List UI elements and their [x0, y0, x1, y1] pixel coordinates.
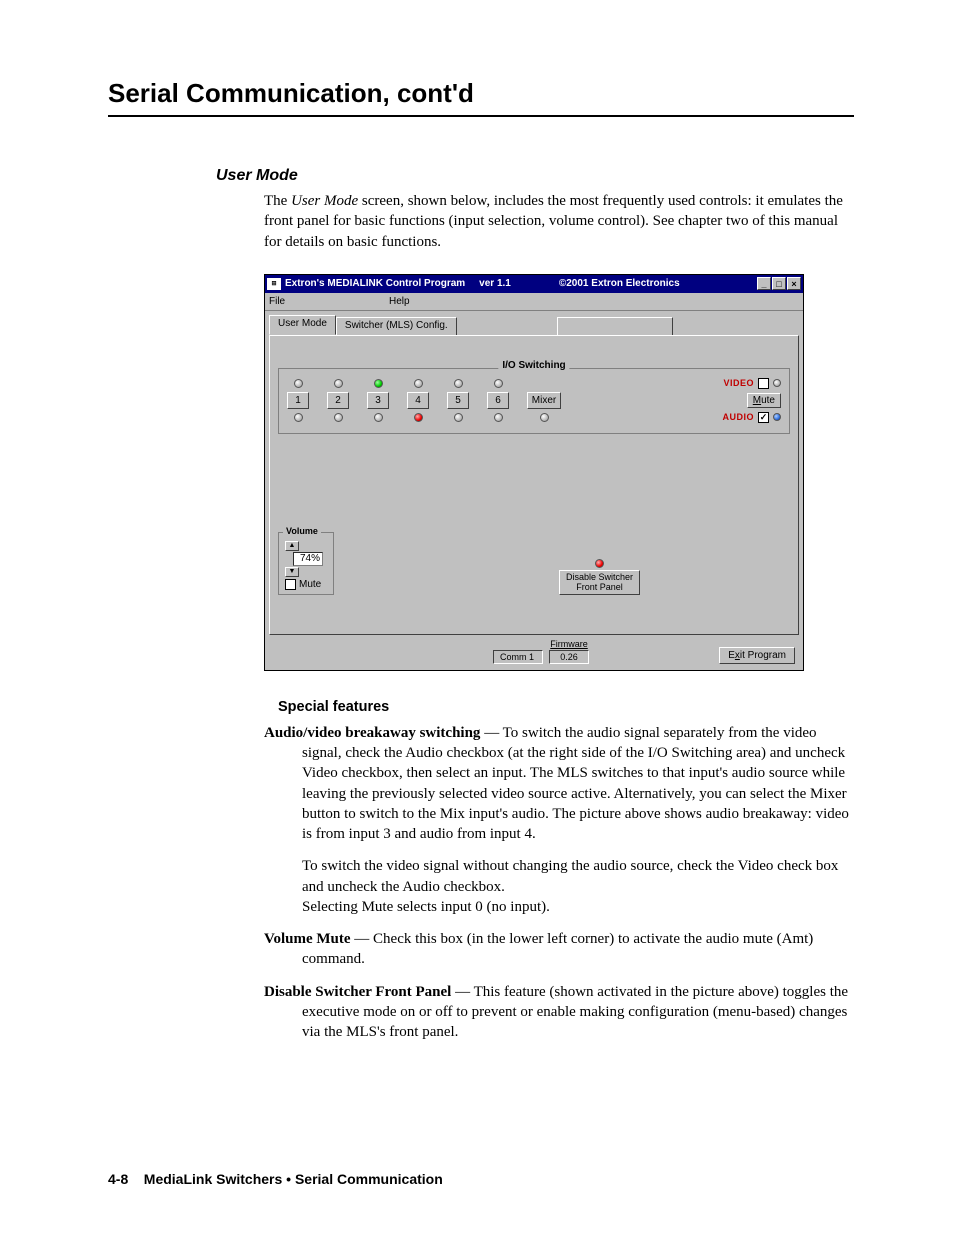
feature-disable-panel: Disable Switcher Front Panel — This feat… — [264, 982, 854, 1043]
feature-body-0: — To switch the audio signal separately … — [302, 725, 849, 842]
feature-title-1: Volume Mute — [264, 931, 351, 947]
video-label: VIDEO — [723, 378, 754, 388]
audio-led-mixer — [540, 413, 549, 422]
input-button-6[interactable]: 6 — [487, 392, 509, 409]
tab-user-mode[interactable]: User Mode — [269, 315, 336, 335]
volume-value[interactable]: 74% — [293, 552, 323, 566]
disable-line1: Disable Switcher — [566, 572, 633, 582]
volume-mute-label: Mute — [299, 579, 321, 590]
io-mute-label-rest: ute — [761, 395, 775, 406]
audio-led-1 — [294, 413, 303, 422]
intro-pre: The — [264, 193, 291, 209]
io-right-panel: VIDEO Mute AUDIO — [723, 378, 782, 423]
audio-label: AUDIO — [723, 412, 755, 422]
exit-program-button[interactable]: Exit Program — [719, 647, 795, 664]
menu-help[interactable]: Help — [389, 296, 410, 307]
audio-led-6 — [494, 413, 503, 422]
feature-body-1: — Check this box (in the lower left corn… — [302, 931, 813, 967]
input-button-1[interactable]: 1 — [287, 392, 309, 409]
feature-sub-0: To switch the video signal without chang… — [302, 856, 854, 917]
disable-switcher-button[interactable]: Disable Switcher Front Panel — [559, 570, 640, 595]
titlebar: ⊞ Extron's MEDIALINK Control Program ver… — [265, 275, 803, 293]
volume-down-button[interactable]: ▼ — [285, 567, 299, 577]
tab-blank-right — [557, 317, 673, 335]
disable-switcher-led — [595, 559, 604, 568]
io-switching-legend: I/O Switching — [498, 360, 569, 371]
app-footer: Comm 1 Firmware 0.26 Exit Program — [265, 635, 803, 670]
menubar: File Help — [265, 293, 803, 311]
special-features-heading: Special features — [278, 699, 854, 715]
feature-av-breakaway: Audio/video breakaway switching — To swi… — [264, 723, 854, 845]
video-checkbox-led — [773, 379, 781, 387]
feature-volume-mute: Volume Mute — Check this box (in the low… — [264, 929, 854, 970]
volume-up-button[interactable]: ▲ — [285, 541, 299, 551]
video-led-3 — [374, 379, 383, 388]
app-version: ver 1.1 — [479, 278, 511, 289]
audio-led-4 — [414, 413, 423, 422]
exit-post: it Program — [740, 650, 786, 661]
volume-group: Volume ▲ 74% ▼ Mute — [278, 532, 334, 595]
video-led-4 — [414, 379, 423, 388]
audio-led-5 — [454, 413, 463, 422]
firmware-label: Firmware — [550, 639, 588, 649]
embedded-screenshot: ⊞ Extron's MEDIALINK Control Program ver… — [264, 274, 854, 671]
video-led-2 — [334, 379, 343, 388]
app-copyright: ©2001 Extron Electronics — [559, 278, 680, 289]
page-number: 4-8 — [108, 1171, 128, 1187]
tab-content: I/O Switching 1 2 — [269, 335, 799, 635]
close-button[interactable]: × — [787, 277, 801, 290]
volume-mute-checkbox[interactable] — [285, 579, 296, 590]
firmware-value: 0.26 — [549, 650, 589, 664]
maximize-button[interactable]: □ — [772, 277, 786, 290]
video-led-1 — [294, 379, 303, 388]
input-button-5[interactable]: 5 — [447, 392, 469, 409]
footer-text: MediaLink Switchers • Serial Communicati… — [144, 1171, 443, 1187]
video-led-5 — [454, 379, 463, 388]
page-title: Serial Communication, cont'd — [108, 78, 854, 117]
audio-led-3 — [374, 413, 383, 422]
video-checkbox[interactable] — [758, 378, 769, 389]
mixer-button[interactable]: Mixer — [527, 392, 561, 409]
intro-paragraph: The User Mode screen, shown below, inclu… — [264, 191, 854, 252]
tab-switcher-config[interactable]: Switcher (MLS) Config. — [336, 317, 457, 335]
input-button-3[interactable]: 3 — [367, 392, 389, 409]
io-columns: 1 2 3 — [287, 379, 561, 422]
input-button-2[interactable]: 2 — [327, 392, 349, 409]
io-mute-button[interactable]: Mute — [747, 393, 781, 408]
comm-status: Comm 1 — [493, 650, 543, 664]
io-switching-group: I/O Switching 1 2 — [278, 368, 790, 434]
audio-checkbox[interactable] — [758, 412, 769, 423]
exit-pre: E — [728, 650, 735, 661]
disable-switcher-group: Disable Switcher Front Panel — [559, 559, 640, 595]
feature-title-2: Disable Switcher Front Panel — [264, 984, 451, 1000]
app-title: Extron's MEDIALINK Control Program — [285, 278, 465, 289]
disable-line2: Front Panel — [576, 582, 623, 592]
menu-file[interactable]: File — [269, 296, 389, 307]
section-heading-user-mode: User Mode — [216, 167, 854, 185]
intro-em: User Mode — [291, 193, 358, 209]
minimize-button[interactable]: _ — [757, 277, 771, 290]
feature-title-0: Audio/video breakaway switching — [264, 725, 480, 741]
input-button-4[interactable]: 4 — [407, 392, 429, 409]
audio-checkbox-led — [773, 413, 781, 421]
volume-legend: Volume — [283, 526, 321, 536]
audio-led-2 — [334, 413, 343, 422]
video-led-6 — [494, 379, 503, 388]
app-icon: ⊞ — [267, 278, 281, 290]
page-footer: 4-8 MediaLink Switchers • Serial Communi… — [108, 1171, 443, 1187]
tabstrip: User Mode Switcher (MLS) Config. — [265, 311, 803, 335]
app-window: ⊞ Extron's MEDIALINK Control Program ver… — [264, 274, 804, 671]
